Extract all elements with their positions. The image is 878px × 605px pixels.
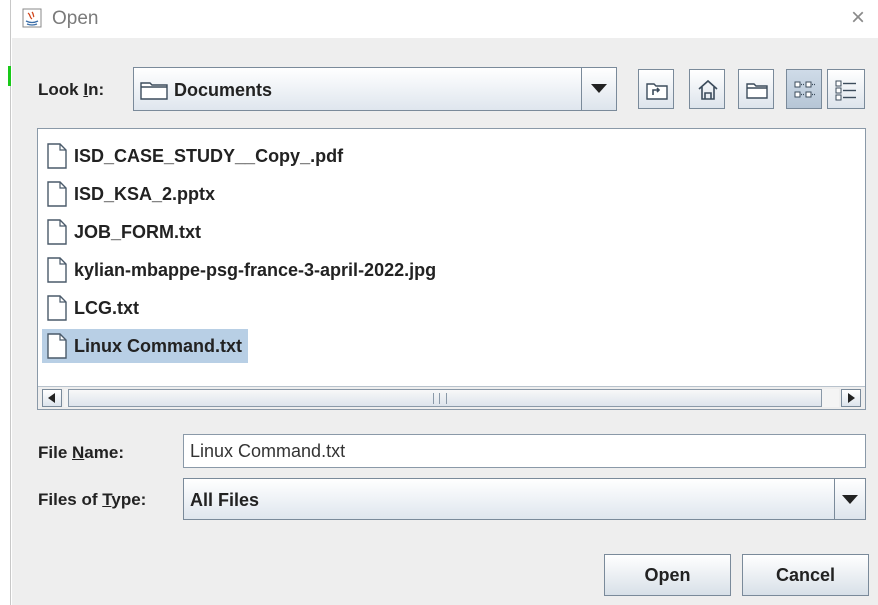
home-icon (698, 79, 718, 100)
file-type-dropdown-button[interactable] (834, 479, 865, 519)
background-window-marker (8, 66, 11, 86)
cancel-button[interactable]: Cancel (742, 554, 869, 596)
file-name: ISD_CASE_STUDY__Copy_.pdf (74, 145, 344, 166)
grip-icon (433, 393, 447, 404)
file-name: LCG.txt (74, 297, 139, 318)
file-list[interactable]: ISD_CASE_STUDY__Copy_.pdf ISD_KSA_2.pptx… (37, 128, 866, 410)
file-list-item[interactable]: kylian-mbappe-psg-france-3-april-2022.jp… (42, 253, 442, 287)
list-view-button[interactable] (786, 69, 822, 109)
up-one-level-icon (646, 83, 668, 100)
chevron-left-icon (48, 393, 55, 403)
file-type-combobox[interactable]: All Files (183, 478, 866, 520)
list-view-icon (794, 81, 815, 98)
background-window-edge (0, 0, 11, 605)
file-list-item[interactable]: ISD_CASE_STUDY__Copy_.pdf (42, 139, 349, 173)
new-folder-icon (746, 83, 768, 99)
file-icon (47, 295, 67, 321)
look-in-label: Look In: (38, 80, 105, 99)
file-name-input[interactable] (183, 434, 866, 468)
chevron-right-icon (848, 393, 855, 403)
file-name-label: File Name: (38, 443, 124, 462)
look-in-dropdown-button[interactable] (581, 68, 616, 110)
look-in-value: Documents (174, 80, 273, 100)
title-bar (12, 0, 878, 38)
file-icon (47, 257, 67, 283)
details-view-icon (835, 80, 856, 101)
close-button[interactable]: × (844, 4, 872, 32)
scroll-thumb[interactable] (68, 389, 822, 407)
file-name: JOB_FORM.txt (74, 221, 202, 242)
file-icon (47, 143, 67, 169)
file-type-value: All Files (190, 490, 260, 510)
file-list-item[interactable]: JOB_FORM.txt (42, 215, 207, 249)
chevron-down-icon (842, 495, 858, 504)
file-type-label: Files of Type: (38, 490, 147, 509)
file-icon (47, 219, 67, 245)
file-list-item[interactable]: ISD_KSA_2.pptx (42, 177, 221, 211)
file-icon (47, 333, 67, 359)
scroll-right-button[interactable] (841, 389, 861, 407)
file-name: kylian-mbappe-psg-france-3-april-2022.jp… (74, 259, 437, 280)
look-in-combobox[interactable]: Documents (133, 67, 617, 111)
file-list-item-selected[interactable]: Linux Command.txt (42, 329, 249, 363)
folder-icon (140, 80, 168, 105)
new-folder-button[interactable] (738, 69, 774, 109)
dialog-title: Open (52, 8, 99, 29)
file-name: Linux Command.txt (74, 335, 243, 356)
file-name: ISD_KSA_2.pptx (74, 183, 216, 204)
file-icon (47, 181, 67, 207)
open-button[interactable]: Open (604, 554, 731, 596)
java-app-icon (22, 8, 42, 28)
file-list-item[interactable]: LCG.txt (42, 291, 145, 325)
details-view-button[interactable] (827, 69, 865, 109)
chevron-down-icon (591, 84, 607, 93)
horizontal-scrollbar[interactable] (38, 386, 865, 409)
home-button[interactable] (689, 69, 725, 109)
up-one-level-button[interactable] (638, 69, 674, 109)
scroll-left-button[interactable] (42, 389, 62, 407)
